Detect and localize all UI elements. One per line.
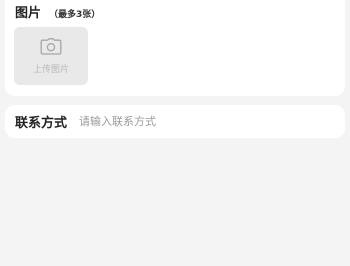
upload-image-button[interactable]: 上传图片 xyxy=(14,27,88,85)
images-header: 图片 （最多3张） xyxy=(15,2,100,21)
contact-card: 联系方式 xyxy=(5,105,345,138)
upload-image-label: 上传图片 xyxy=(32,65,69,75)
contact-label: 联系方式 xyxy=(15,116,68,131)
feedback-form: 图片 （最多3张） 上传图片 联系方式 xyxy=(0,0,350,266)
images-title: 图片 xyxy=(15,6,42,21)
images-card: 图片 （最多3张） 上传图片 xyxy=(5,0,345,96)
camera-icon xyxy=(40,38,62,55)
contact-input[interactable] xyxy=(79,115,310,128)
images-limit-hint: （最多3张） xyxy=(49,10,101,20)
